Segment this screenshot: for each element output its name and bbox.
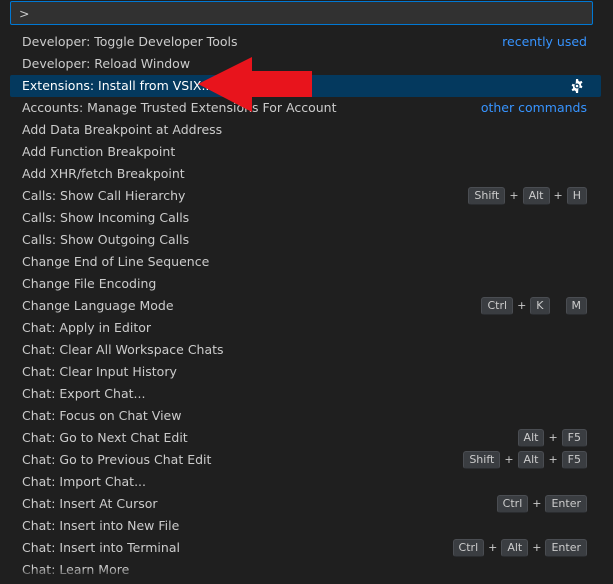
command-label: Chat: Insert into New File [22,518,180,533]
key-cap: Ctrl [481,297,514,315]
command-label: Chat: Clear All Workspace Chats [22,342,224,357]
command-item[interactable]: Change File Encoding [10,273,601,295]
keybinding: Ctrl + Enter [496,495,587,513]
key-cap: M [565,297,587,315]
command-item[interactable]: Change End of Line Sequence [10,251,601,273]
command-item[interactable]: Change Language Mode Ctrl + K M [10,295,601,317]
keybinding: Shift + Alt + H [468,187,587,205]
key-cap: Enter [545,539,587,557]
command-item[interactable]: Chat: Insert into Terminal Ctrl + Alt + Enter [10,537,601,559]
command-label: Developer: Toggle Developer Tools [22,34,238,49]
key-plus: + [548,453,558,466]
command-label: Add Data Breakpoint at Address [22,122,223,137]
key-cap: Shift [468,187,506,205]
keybinding: Shift + Alt + F5 [463,451,587,469]
key-plus: + [517,299,527,312]
key-cap: K [530,297,550,315]
command-group-hint: other commands [480,100,587,115]
key-plus: + [532,497,542,510]
command-label: Calls: Show Outgoing Calls [22,232,190,247]
command-item[interactable]: Chat: Import Chat... [10,471,601,493]
gear-icon[interactable] [569,78,585,94]
command-label: Calls: Show Call Hierarchy [22,188,186,203]
command-label: Add XHR/fetch Breakpoint [22,166,185,181]
command-label: Calls: Show Incoming Calls [22,210,190,225]
key-cap: Enter [545,495,587,513]
command-item[interactable]: Developer: Toggle Developer Tools recentl… [10,31,601,53]
key-cap: Ctrl [452,539,485,557]
command-label: Developer: Reload Window [22,56,191,71]
key-cap: H [566,187,587,205]
command-item[interactable]: Add XHR/fetch Breakpoint [10,163,601,185]
key-cap: F5 [561,429,587,447]
command-item[interactable]: Add Function Breakpoint [10,141,601,163]
command-label: Chat: Focus on Chat View [22,408,182,423]
command-label: Change End of Line Sequence [22,254,210,269]
key-plus: + [509,189,519,202]
command-item[interactable]: Calls: Show Incoming Calls [10,207,601,229]
key-plus: + [488,541,498,554]
key-cap: Alt [517,451,545,469]
command-label: Chat: Insert At Cursor [22,496,158,511]
command-item[interactable]: Chat: Insert At Cursor Ctrl + Enter [10,493,601,515]
command-item[interactable]: Chat: Clear All Workspace Chats [10,339,601,361]
command-label: Chat: Apply in Editor [22,320,152,335]
command-label: Chat: Export Chat... [22,386,146,401]
key-cap: Alt [501,539,529,557]
command-item[interactable]: Calls: Show Call Hierarchy Shift + Alt + H [10,185,601,207]
command-label: Add Function Breakpoint [22,144,176,159]
command-list: Developer: Toggle Developer Tools recentl… [10,31,601,581]
command-item[interactable]: Add Data Breakpoint at Address [10,119,601,141]
key-plus: + [504,453,514,466]
command-item[interactable]: Chat: Apply in Editor [10,317,601,339]
key-cap: F5 [561,451,587,469]
command-item[interactable]: Chat: Insert into New File [10,515,601,537]
command-item[interactable]: Calls: Show Outgoing Calls [10,229,601,251]
command-item[interactable]: Chat: Go to Next Chat Edit Alt + F5 [10,427,601,449]
command-item[interactable]: Chat: Export Chat... [10,383,601,405]
keybinding: Alt + F5 [517,429,587,447]
command-label: Chat: Go to Next Chat Edit [22,430,188,445]
key-plus: + [553,189,563,202]
command-item[interactable]: Chat: Focus on Chat View [10,405,601,427]
command-label: Change Language Mode [22,298,174,313]
command-label: Chat: Insert into Terminal [22,540,180,555]
command-label: Chat: Go to Previous Chat Edit [22,452,212,467]
key-plus: + [532,541,542,554]
keybinding: Ctrl + K M [481,297,587,315]
list-fade [0,568,613,584]
command-label: Change File Encoding [22,276,157,291]
command-input-box[interactable] [10,1,593,25]
red-arrow-annotation [198,57,312,112]
key-plus: + [548,431,558,444]
key-cap: Shift [463,451,501,469]
command-item[interactable]: Chat: Clear Input History [10,361,601,383]
command-item[interactable]: Chat: Go to Previous Chat Edit Shift + Alt +… [10,449,601,471]
command-label: Extensions: Install from VSIX... [22,78,214,93]
key-cap: Alt [522,187,550,205]
command-group-hint: recently used [502,34,587,49]
key-cap: Alt [517,429,545,447]
command-input[interactable] [11,2,592,24]
command-label: Chat: Import Chat... [22,474,146,489]
key-cap: Ctrl [496,495,529,513]
command-label: Chat: Clear Input History [22,364,177,379]
keybinding: Ctrl + Alt + Enter [452,539,587,557]
